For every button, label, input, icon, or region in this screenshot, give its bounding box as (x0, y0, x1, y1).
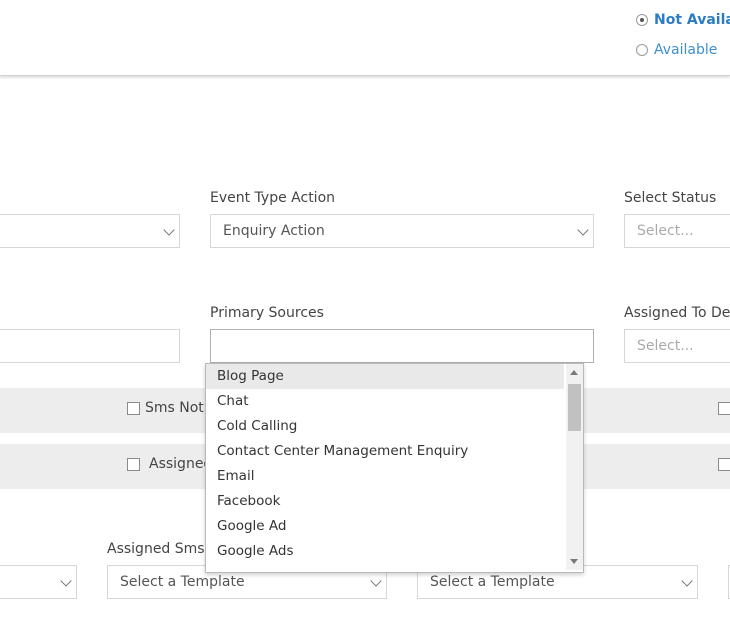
dropdown-scrollbar[interactable] (566, 364, 583, 570)
left-select-row3[interactable] (0, 565, 77, 599)
event-type-action-select[interactable]: Enquiry Action (210, 214, 594, 248)
right-checkbox-2[interactable] (718, 458, 730, 471)
chevron-down-icon (577, 224, 589, 236)
left-select-row1[interactable] (0, 214, 180, 248)
primary-sources-dropdown[interactable]: Blog Page Chat Cold Calling Contact Cent… (205, 363, 584, 573)
chevron-down-icon (60, 575, 72, 587)
assigned-to-placeholder: Select... (637, 338, 694, 354)
scrollbar-thumb[interactable] (568, 384, 581, 431)
dropdown-option[interactable]: Google Ads (206, 539, 564, 564)
event-type-action-label: Event Type Action (210, 190, 336, 206)
right-checkbox-1[interactable] (718, 402, 730, 415)
chevron-down-icon (370, 575, 382, 587)
sms-notification-checkbox[interactable] (127, 402, 140, 415)
assigned-label: Assigned (149, 456, 213, 472)
scroll-down-arrow-icon[interactable] (570, 559, 578, 564)
primary-sources-input[interactable] (210, 329, 594, 363)
radio-not-available[interactable]: Not Available (636, 12, 730, 28)
dropdown-option[interactable]: Google Ad (206, 514, 564, 539)
select-status-placeholder: Select... (637, 223, 694, 239)
radio-not-available-label[interactable]: Not Available (654, 12, 730, 28)
assigned-checkbox[interactable] (127, 458, 140, 471)
assigned-to-select[interactable]: Select... (624, 329, 730, 363)
assigned-sms-template-label: Assigned Sms T (107, 541, 218, 557)
radio-checked-icon[interactable] (636, 14, 648, 26)
dropdown-option[interactable]: Contact Center Management Enquiry (206, 439, 564, 464)
radio-available[interactable]: Available (636, 42, 717, 58)
dropdown-option[interactable]: Cold Calling (206, 414, 564, 439)
primary-sources-label: Primary Sources (210, 305, 324, 321)
left-input-row2[interactable] (0, 329, 180, 363)
dropdown-option[interactable]: Chat (206, 389, 564, 414)
sms-notification-label: Sms Noti (145, 400, 208, 416)
dropdown-option[interactable]: Blog Page (206, 364, 564, 389)
select-status-select[interactable]: Select... (624, 214, 730, 248)
select-status-label: Select Status (624, 190, 717, 206)
chevron-down-icon (681, 575, 693, 587)
top-bar: Not Available Available (0, 0, 730, 76)
dropdown-option[interactable]: Email (206, 464, 564, 489)
radio-available-label[interactable]: Available (654, 42, 717, 58)
sms-template-placeholder: Select a Template (120, 574, 245, 590)
template-placeholder-2: Select a Template (430, 574, 555, 590)
scroll-up-arrow-icon[interactable] (570, 370, 578, 375)
radio-unchecked-icon[interactable] (636, 44, 648, 56)
event-type-action-value: Enquiry Action (223, 223, 325, 239)
assigned-to-label: Assigned To Des (624, 305, 730, 321)
dropdown-option[interactable]: Facebook (206, 489, 564, 514)
chevron-down-icon (163, 224, 175, 236)
